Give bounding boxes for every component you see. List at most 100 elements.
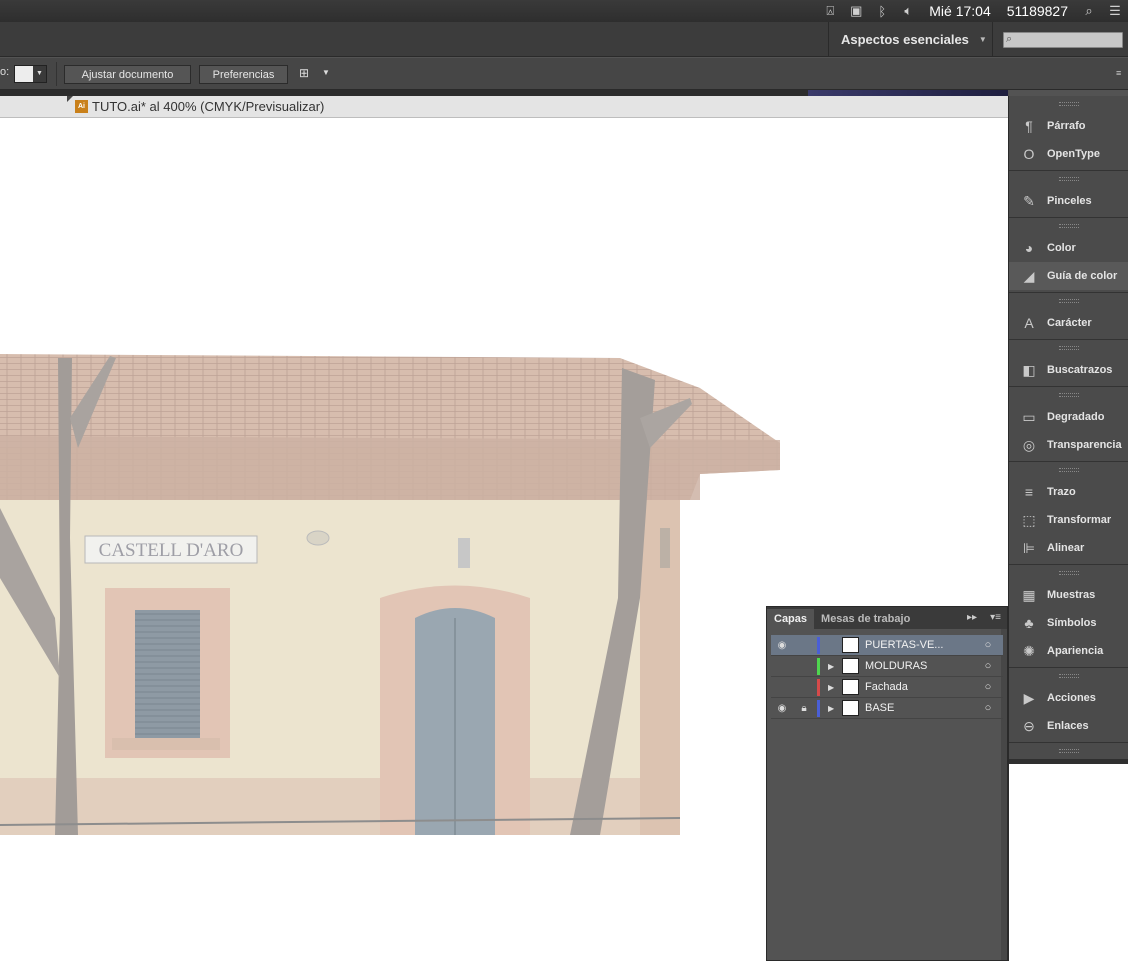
fill-swatch[interactable]: ▼ [14, 65, 47, 83]
transparency-icon: ◎ [1022, 436, 1036, 453]
panel-group: ▶ Acciones ⊖ Enlaces [1009, 668, 1128, 743]
layer-name[interactable]: MOLDURAS [865, 660, 973, 672]
tab-layers[interactable]: Capas [767, 609, 815, 629]
menubar-user[interactable]: 51189827 [999, 0, 1076, 22]
collapse-panel-icon[interactable]: ▸▸ [967, 612, 977, 623]
eye-icon[interactable]: ◉ [771, 640, 793, 651]
character-icon: A [1024, 315, 1034, 331]
layer-name[interactable]: PUERTAS-VE... [865, 639, 973, 651]
spotlight-search-icon[interactable]: ⌕ [1076, 0, 1102, 22]
expand-triangle-icon[interactable]: ▶ [828, 683, 840, 692]
chevron-down-icon[interactable]: ▼ [322, 68, 330, 77]
align-icon: ⊫ [1022, 539, 1036, 556]
eye-icon[interactable]: ◉ [771, 703, 793, 714]
dock-item-label: Transformar [1047, 514, 1112, 526]
dock-item-swatches[interactable]: ▦ Muestras [1009, 581, 1128, 609]
layer-row[interactable]: ◉ PUERTAS-VE... ○ [771, 635, 1003, 656]
dock-item-appearance[interactable]: ✺ Apariencia [1009, 637, 1128, 665]
panel-menu-icon[interactable]: ▾≡ [990, 612, 1001, 623]
dock-item-actions[interactable]: ▶ Acciones [1009, 684, 1128, 712]
dock-item-symbols[interactable]: ♣ Símbolos [1009, 609, 1128, 637]
dock-item-paragraph[interactable]: ¶ Párrafo [1009, 112, 1128, 140]
menubar-clock[interactable]: Mié 17:04 [921, 0, 998, 22]
expand-triangle-icon[interactable]: ▶ [828, 662, 840, 671]
notification-center-icon[interactable]: ☰ [1102, 0, 1128, 22]
target-circle-icon[interactable]: ○ [973, 702, 1003, 714]
dock-item-color-guide[interactable]: ◢ Guía de color [1009, 262, 1128, 290]
panel-group-grip[interactable] [1009, 565, 1128, 581]
bluetooth-icon[interactable]: ᛒ [869, 0, 895, 22]
dock-item-opentype[interactable]: O OpenType [1009, 140, 1128, 168]
dock-item-label: Degradado [1047, 411, 1105, 423]
tab-artboards[interactable]: Mesas de trabajo [814, 609, 917, 629]
panel-group: ¶ Párrafo O OpenType [1009, 96, 1128, 171]
layer-thumbnail [842, 637, 859, 653]
palette-icon: ◕ [1024, 240, 1034, 256]
panel-group-grip[interactable] [1009, 96, 1128, 112]
expand-triangle-icon[interactable]: ▶ [828, 704, 840, 713]
document-tab[interactable]: Ai TUTO.ai* al 400% (CMYK/Previsualizar) [0, 96, 1008, 118]
display-icon[interactable]: ▣ [843, 0, 869, 22]
panel-group-grip[interactable] [1009, 387, 1128, 403]
preferences-button[interactable]: Preferencias [199, 65, 288, 84]
layer-color-swatch [817, 699, 820, 717]
dock-item-palette[interactable]: ◕ Color [1009, 234, 1128, 262]
panel-menu-icon[interactable]: ≡ [1116, 68, 1121, 78]
dock-item-label: Apariencia [1047, 645, 1104, 657]
panel-dock: ¶ Párrafo O OpenType ✎ Pinceles ◕ Color ◢ Guía de… [1008, 96, 1128, 818]
panel-group-grip[interactable] [1009, 218, 1128, 234]
stroke-icon: ≡ [1024, 484, 1034, 500]
layer-name[interactable]: Fachada [865, 681, 973, 693]
layer-thumbnail [842, 679, 859, 695]
adobe-icon[interactable]: ⍓ [817, 0, 843, 22]
application-bar: Aspectos esenciales ▼ ⌕ [0, 22, 1128, 57]
lock-icon[interactable]: 🔒︎ [793, 703, 815, 714]
panel-group-grip[interactable] [1009, 668, 1128, 684]
station-sign: CASTELL D'ARO [99, 540, 244, 561]
layer-color-swatch [817, 657, 820, 675]
dock-item-links[interactable]: ⊖ Enlaces [1009, 712, 1128, 740]
pathfinder-icon: ◧ [1022, 361, 1036, 378]
ai-file-icon: Ai [75, 100, 88, 113]
layers-panel-tabs: Capas Mesas de trabajo ▸▸ ▾≡ [767, 607, 1007, 629]
panel-group: ▦ Muestras ♣ Símbolos ✺ Apariencia [1009, 565, 1128, 668]
dock-item-brush[interactable]: ✎ Pinceles [1009, 187, 1128, 215]
chevron-down-icon[interactable]: ▼ [33, 66, 46, 82]
dock-item-character[interactable]: A Carácter [1009, 309, 1128, 337]
dock-item-pathfinder[interactable]: ◧ Buscatrazos [1009, 356, 1128, 384]
panel-group-grip[interactable] [1009, 743, 1128, 759]
fit-document-button[interactable]: Ajustar documento [64, 65, 191, 84]
control-bar: o: ▼ Ajustar documento Preferencias ⊞ ▼ … [0, 58, 1128, 90]
arrange-documents-icon[interactable]: ⊞ [299, 66, 309, 80]
panel-group-grip[interactable] [1009, 293, 1128, 309]
help-search-input[interactable]: ⌕ [1003, 32, 1123, 48]
opentype-icon: O [1023, 146, 1035, 162]
document-title: TUTO.ai* al 400% (CMYK/Previsualizar) [92, 99, 325, 114]
target-circle-icon[interactable]: ○ [973, 681, 1003, 693]
target-circle-icon[interactable]: ○ [973, 660, 1003, 672]
dock-item-label: Alinear [1047, 542, 1085, 554]
layer-name[interactable]: BASE [865, 702, 973, 714]
panel-group: ▭ Degradado ◎ Transparencia [1009, 387, 1128, 462]
layer-row[interactable]: ▶ MOLDURAS ○ [771, 656, 1003, 677]
dock-item-align[interactable]: ⊫ Alinear [1009, 534, 1128, 562]
panel-group: A Carácter [1009, 293, 1128, 340]
target-circle-icon[interactable]: ○ [973, 639, 1003, 651]
layer-row[interactable]: ▶ Fachada ○ [771, 677, 1003, 698]
brush-icon: ✎ [1023, 192, 1035, 209]
panel-group-grip[interactable] [1009, 171, 1128, 187]
dock-item-stroke[interactable]: ≡ Trazo [1009, 478, 1128, 506]
panel-group-grip[interactable] [1009, 340, 1128, 356]
workspace-switcher[interactable]: Aspectos esenciales ▼ [828, 22, 993, 57]
panel-group-grip[interactable] [1009, 462, 1128, 478]
dock-item-transparency[interactable]: ◎ Transparencia [1009, 431, 1128, 459]
dock-item-label: Transparencia [1047, 439, 1122, 451]
layer-row[interactable]: ◉ 🔒︎ ▶ BASE ○ [771, 698, 1003, 719]
dock-item-gradient[interactable]: ▭ Degradado [1009, 403, 1128, 431]
layer-thumbnail [842, 658, 859, 674]
links-icon: ⊖ [1023, 717, 1035, 734]
dock-item-label: Párrafo [1047, 120, 1086, 132]
volume-icon[interactable]: 🔈︎ [895, 0, 921, 22]
panel-group: ✎ Pinceles [1009, 171, 1128, 218]
dock-item-transform[interactable]: ⬚ Transformar [1009, 506, 1128, 534]
